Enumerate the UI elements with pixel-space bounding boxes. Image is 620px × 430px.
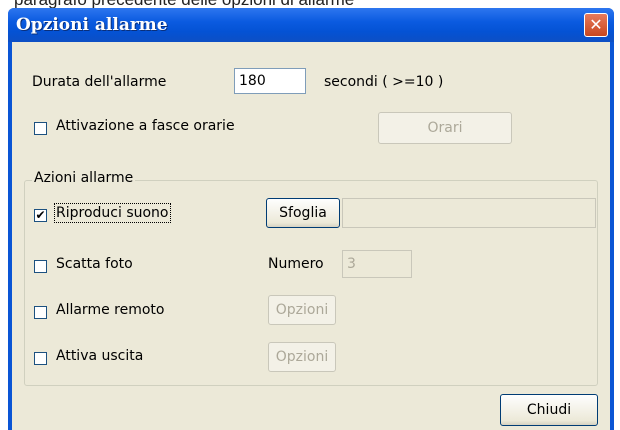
play-sound-label: Riproduci suono xyxy=(54,203,171,223)
timebands-checkbox[interactable] xyxy=(34,122,47,135)
play-sound-checkbox[interactable]: ✔ xyxy=(34,209,47,222)
close-button[interactable]: Chiudi xyxy=(500,394,598,426)
photo-count-input[interactable]: 3 xyxy=(342,250,412,278)
enable-output-options-button[interactable]: Opzioni xyxy=(268,342,336,372)
background-caption: paragrafo precedente delle opzioni di al… xyxy=(0,0,620,8)
take-photo-label: Scatta foto xyxy=(56,256,133,272)
checkmark-icon: ✔ xyxy=(35,208,46,222)
duration-label: Durata dell'allarme xyxy=(32,74,167,90)
remote-alarm-label: Allarme remoto xyxy=(56,302,165,318)
enable-output-checkbox[interactable] xyxy=(34,352,47,365)
duration-input[interactable]: 180 xyxy=(234,68,306,94)
remote-alarm-checkbox[interactable] xyxy=(34,306,47,319)
background-caption-text: paragrafo precedente delle opzioni di al… xyxy=(14,0,354,8)
title-bar[interactable]: Opzioni allarme ✕ xyxy=(8,8,614,42)
timebands-label: Attivazione a fasce orarie xyxy=(56,118,235,134)
duration-unit-label: secondi ( >=10 ) xyxy=(324,74,444,90)
photo-count-label: Numero xyxy=(268,256,324,272)
window-title: Opzioni allarme xyxy=(16,15,168,35)
dialog-window: Opzioni allarme ✕ Durata dell'allarme 18… xyxy=(8,8,614,430)
alarm-actions-group-label: Azioni allarme xyxy=(32,170,136,186)
browse-button[interactable]: Sfoglia xyxy=(266,198,340,228)
dialog-body: Durata dell'allarme 180 secondi ( >=10 )… xyxy=(12,42,610,430)
sound-path-field[interactable] xyxy=(342,198,596,228)
schedule-button[interactable]: Orari xyxy=(378,112,512,144)
remote-alarm-options-button[interactable]: Opzioni xyxy=(268,295,336,325)
take-photo-checkbox[interactable] xyxy=(34,260,47,273)
close-icon[interactable]: ✕ xyxy=(584,13,608,37)
enable-output-label: Attiva uscita xyxy=(56,348,144,364)
